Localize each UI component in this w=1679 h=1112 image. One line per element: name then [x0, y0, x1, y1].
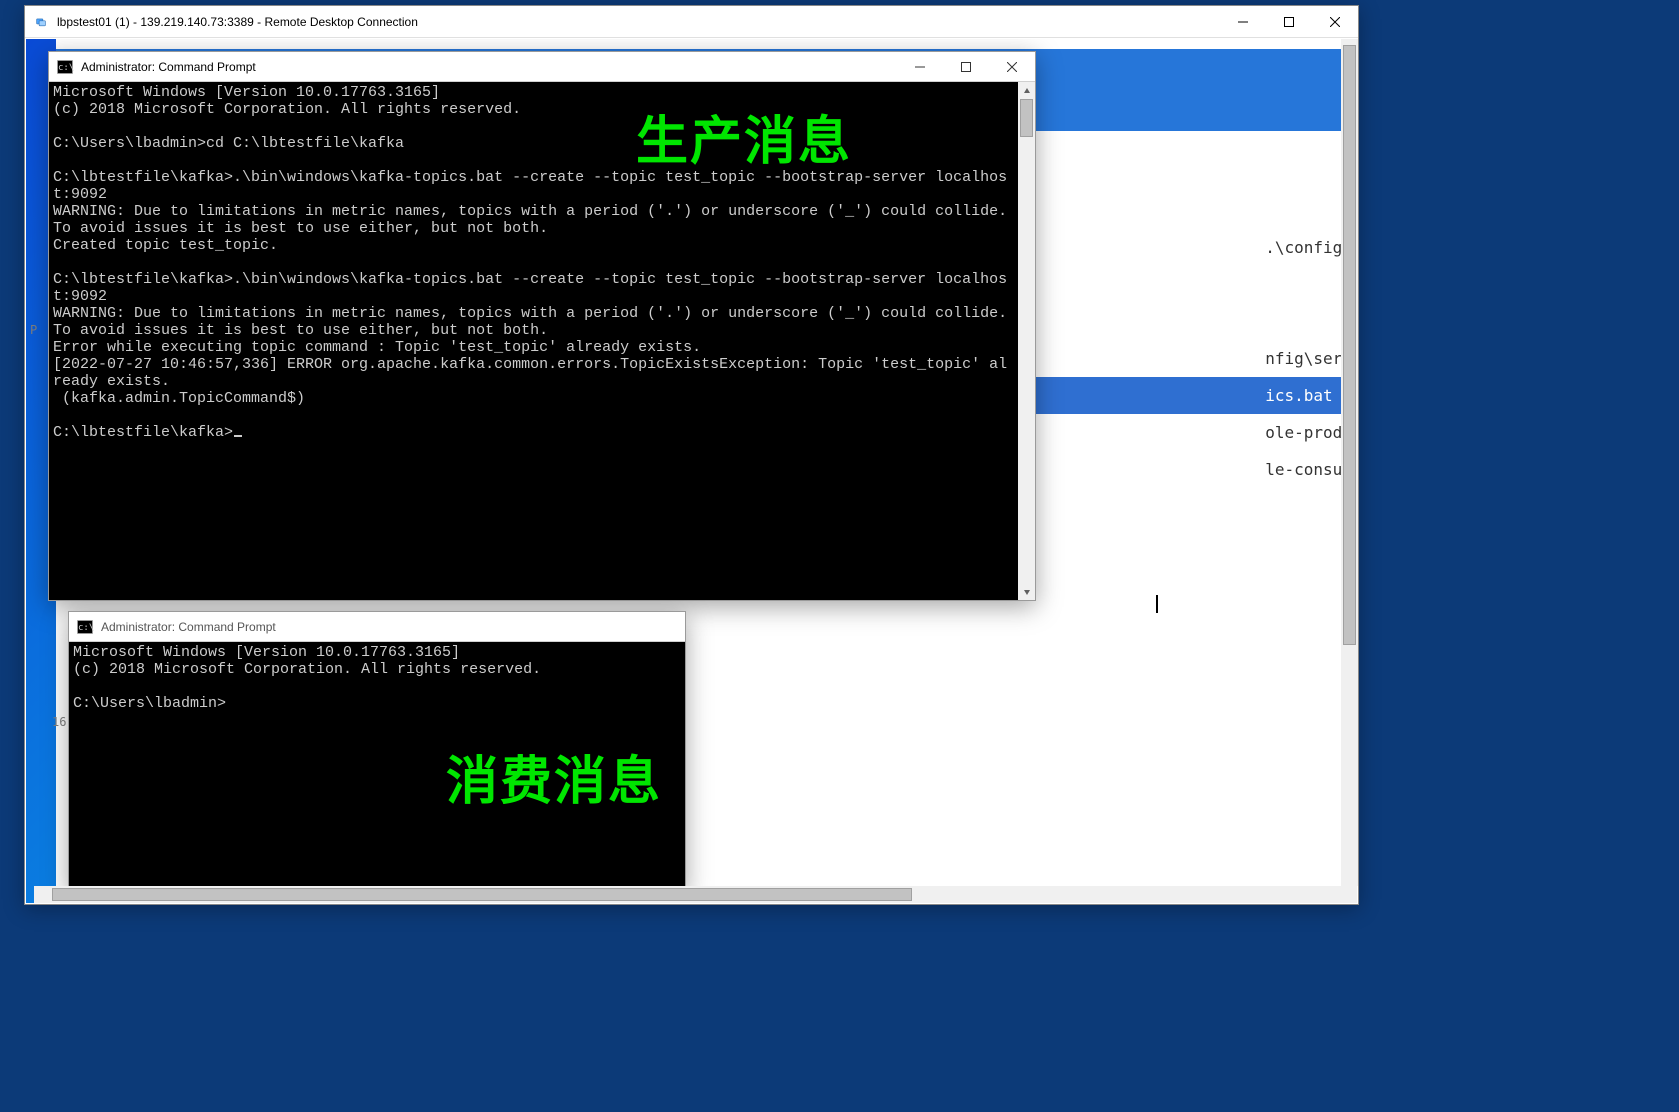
scrollbar-vertical[interactable] — [1018, 82, 1035, 600]
scroll-down-button[interactable] — [1018, 583, 1035, 600]
scroll-thumb[interactable] — [1343, 45, 1356, 645]
cmd-title: Administrator: Command Prompt — [101, 620, 685, 634]
margin-letter: P — [30, 323, 37, 337]
cmd-window-controls — [897, 52, 1035, 82]
maximize-button[interactable] — [943, 52, 989, 82]
scroll-thumb[interactable] — [52, 888, 912, 901]
cmd-icon: c:\ — [57, 60, 73, 74]
maximize-button[interactable] — [1266, 7, 1312, 37]
scrollbar-horizontal[interactable] — [34, 886, 1357, 903]
minimize-button[interactable] — [897, 52, 943, 82]
close-button[interactable] — [1312, 7, 1358, 37]
cmd-titlebar[interactable]: c:\ Administrator: Command Prompt — [69, 612, 685, 642]
scroll-thumb[interactable] — [1020, 99, 1033, 137]
rdp-icon — [33, 14, 49, 30]
rdp-window-controls — [1220, 7, 1358, 37]
cmd-output[interactable]: Microsoft Windows [Version 10.0.17763.31… — [69, 642, 685, 890]
scrollbar-vertical[interactable] — [1341, 39, 1358, 886]
cmd-window-consumer[interactable]: c:\ Administrator: Command Prompt Micros… — [68, 611, 686, 891]
cmd-titlebar[interactable]: c:\ Administrator: Command Prompt — [49, 52, 1035, 82]
margin-line-number: 16 — [52, 715, 66, 729]
rdp-title: lbpstest01 (1) - 139.219.140.73:3389 - R… — [57, 15, 1220, 29]
text-cursor — [1156, 595, 1158, 613]
rdp-titlebar[interactable]: lbpstest01 (1) - 139.219.140.73:3389 - R… — [25, 6, 1358, 38]
cmd-window-producer[interactable]: c:\ Administrator: Command Prompt Micros… — [48, 51, 1036, 601]
cmd-output[interactable]: Microsoft Windows [Version 10.0.17763.31… — [49, 82, 1018, 600]
scroll-up-button[interactable] — [1018, 82, 1035, 99]
close-button[interactable] — [989, 52, 1035, 82]
rdp-window: lbpstest01 (1) - 139.219.140.73:3389 - R… — [24, 5, 1359, 905]
cmd-cursor — [234, 435, 242, 437]
rdp-client-area: .\config\zookeeper.properties — [26, 39, 1357, 903]
minimize-button[interactable] — [1220, 7, 1266, 37]
cmd-title: Administrator: Command Prompt — [81, 60, 897, 74]
cmd-icon: c:\ — [77, 620, 93, 634]
